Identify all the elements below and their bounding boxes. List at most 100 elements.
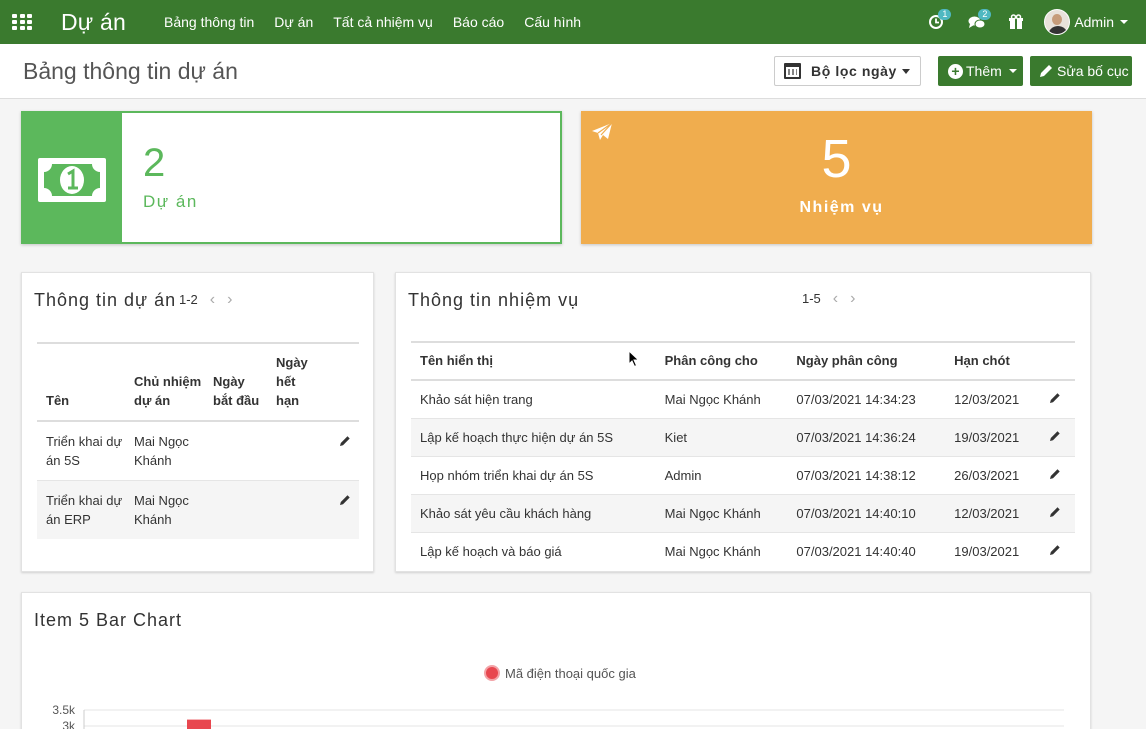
table-row[interactable]: Triển khai dự án 5S Mai Ngọc Khánh (37, 421, 359, 481)
chevron-left-icon[interactable]: ‹ (833, 291, 838, 307)
column-header-assignee[interactable]: Phân công cho (655, 341, 788, 381)
pencil-icon (1040, 65, 1052, 77)
project-manager: Mai Ngọc Khánh (125, 421, 204, 481)
chevron-down-icon (1008, 69, 1017, 73)
edit-layout-label: Sửa bố cục (1057, 63, 1129, 79)
kpi-tasks-card[interactable]: 5 Nhiệm vụ (581, 111, 1092, 244)
menu-item-configuration[interactable]: Cấu hình (524, 14, 581, 30)
table-row[interactable]: Lập kế hoạch và báo giá Mai Ngọc Khánh 0… (411, 532, 1075, 570)
gift-button[interactable] (1008, 13, 1026, 31)
bar-chart-panel: Item 5 Bar Chart Mã điện thoại quốc gia … (21, 592, 1091, 729)
column-header-assigned-date[interactable]: Ngày phân công (787, 341, 946, 381)
messages-button[interactable]: 2 (968, 9, 992, 31)
edit-row-button[interactable] (319, 421, 359, 481)
kpi-projects-label: Dự án (143, 192, 198, 211)
y-tick-label: 3k (62, 719, 76, 729)
table-row[interactable]: Khảo sát yêu cầu khách hàng Mai Ngọc Khá… (411, 494, 1075, 533)
column-header-actions (319, 342, 359, 422)
menu-item-projects[interactable]: Dự án (274, 14, 313, 30)
projects-panel-title: Thông tin dự án (34, 290, 177, 310)
apps-grid-icon[interactable] (12, 14, 32, 30)
project-start (204, 421, 267, 481)
menu-item-reports[interactable]: Báo cáo (453, 14, 504, 30)
edit-row-button[interactable] (1040, 532, 1075, 570)
task-name: Khảo sát yêu cầu khách hàng (411, 494, 656, 533)
task-assigned-date: 07/03/2021 14:36:24 (787, 418, 946, 457)
column-header-end[interactable]: Ngày hết hạn (267, 342, 319, 422)
top-navbar: Dự án Bảng thông tin Dự án Tất cả nhiệm … (0, 0, 1146, 44)
chevron-right-icon[interactable]: › (227, 292, 232, 308)
pencil-icon (340, 495, 350, 505)
edit-row-button[interactable] (1040, 494, 1075, 533)
task-assignee: Admin (655, 456, 788, 495)
projects-table: Tên Chủ nhiệm dự án Ngày bắt đầu Ngày hế… (37, 342, 359, 539)
table-row[interactable]: Họp nhóm triển khai dự án 5S Admin 07/03… (411, 456, 1075, 495)
pencil-icon (1050, 545, 1060, 555)
edit-row-button[interactable] (319, 480, 359, 539)
control-panel: Bảng thông tin dự án Bộ lọc ngày + Thêm … (0, 44, 1146, 99)
task-deadline: 19/03/2021 (954, 543, 1020, 559)
column-header-manager[interactable]: Chủ nhiệm dự án (125, 342, 204, 422)
column-header-start[interactable]: Ngày bắt đầu (204, 342, 267, 422)
table-row[interactable]: Khảo sát hiện trang Mai Ngọc Khánh 07/03… (411, 380, 1075, 419)
bar-chart: 3.5k 3k (52, 703, 1064, 729)
task-assignee: Mai Ngọc Khánh (655, 494, 788, 533)
main-menu: Bảng thông tin Dự án Tất cả nhiệm vụ Báo… (164, 14, 601, 30)
bar[interactable] (187, 719, 211, 729)
task-name: Lập kế hoạch và báo giá (420, 543, 562, 559)
project-name: Triển khai dự án ERP (37, 480, 125, 539)
edit-row-button[interactable] (1040, 380, 1075, 419)
activity-count-badge: 1 (938, 9, 952, 20)
projects-pager-range: 1-2 (179, 292, 198, 307)
column-header-display-name[interactable]: Tên hiển thị (411, 341, 656, 381)
pencil-icon (1050, 506, 1060, 517)
tasks-pager: 1-5 ‹ › (802, 291, 855, 307)
task-assigned-date: 07/03/2021 14:34:23 (787, 380, 946, 419)
date-filter-label: Bộ lọc ngày (811, 63, 897, 79)
user-avatar[interactable] (1044, 9, 1071, 35)
y-tick-label: 3.5k (52, 703, 76, 717)
project-end (267, 480, 319, 539)
mouse-pointer-icon (628, 350, 640, 368)
column-header-deadline[interactable]: Hạn chót (945, 341, 1040, 381)
tasks-table: Tên hiển thị Phân công cho Ngày phân côn… (411, 341, 1075, 570)
add-button[interactable]: + Thêm (938, 56, 1023, 86)
page-title: Bảng thông tin dự án (23, 58, 238, 84)
kpi-tasks-label: Nhiệm vụ (799, 199, 884, 216)
projects-pager: 1-2 ‹ › (179, 292, 232, 308)
kpi-projects-card[interactable]: 2 Dự án (21, 111, 562, 244)
task-assigned-date: 07/03/2021 14:40:40 (796, 543, 916, 559)
task-assigned-date: 07/03/2021 14:40:10 (787, 494, 946, 533)
kpi-tasks-value: 5 (821, 129, 852, 189)
navbar-right: 1 2 Admin (928, 0, 1146, 44)
menu-item-all-tasks[interactable]: Tất cả nhiệm vụ (333, 14, 433, 30)
project-end (267, 421, 319, 481)
tasks-panel-title: Thông tin nhiệm vụ (408, 290, 580, 310)
activity-clock-button[interactable]: 1 (928, 9, 952, 31)
edit-row-button[interactable] (1040, 456, 1075, 495)
user-name[interactable]: Admin (1074, 14, 1114, 30)
edit-row-button[interactable] (1040, 418, 1075, 457)
chevron-left-icon[interactable]: ‹ (210, 292, 215, 308)
projects-info-panel: Thông tin dự án 1-2 ‹ › Tên Chủ nhiệm dự… (21, 272, 374, 572)
project-start (204, 480, 267, 539)
table-row[interactable]: Triển khai dự án ERP Mai Ngọc Khánh (37, 480, 359, 539)
user-menu-caret-icon[interactable] (1120, 20, 1128, 24)
menu-item-dashboard[interactable]: Bảng thông tin (164, 14, 254, 30)
table-row[interactable]: Lập kế hoạch thực hiện dự án 5S Kiet 07/… (411, 418, 1075, 457)
calendar-icon (784, 63, 801, 79)
task-deadline: 12/03/2021 (945, 494, 1040, 533)
pencil-icon (1050, 430, 1060, 441)
task-name: Khảo sát hiện trang (411, 380, 656, 419)
app-brand: Dự án (61, 8, 126, 35)
task-assignee: Mai Ngọc Khánh (664, 543, 761, 559)
message-count-badge: 2 (978, 9, 992, 20)
date-filter-dropdown[interactable]: Bộ lọc ngày (774, 56, 921, 86)
task-deadline: 12/03/2021 (945, 380, 1040, 419)
edit-layout-button[interactable]: Sửa bố cục (1030, 56, 1132, 86)
pencil-icon (1050, 468, 1060, 479)
project-manager: Mai Ngọc Khánh (125, 480, 204, 539)
kpi-projects-icon-area (23, 113, 122, 242)
column-header-name[interactable]: Tên (37, 342, 125, 422)
chevron-right-icon[interactable]: › (850, 291, 855, 307)
